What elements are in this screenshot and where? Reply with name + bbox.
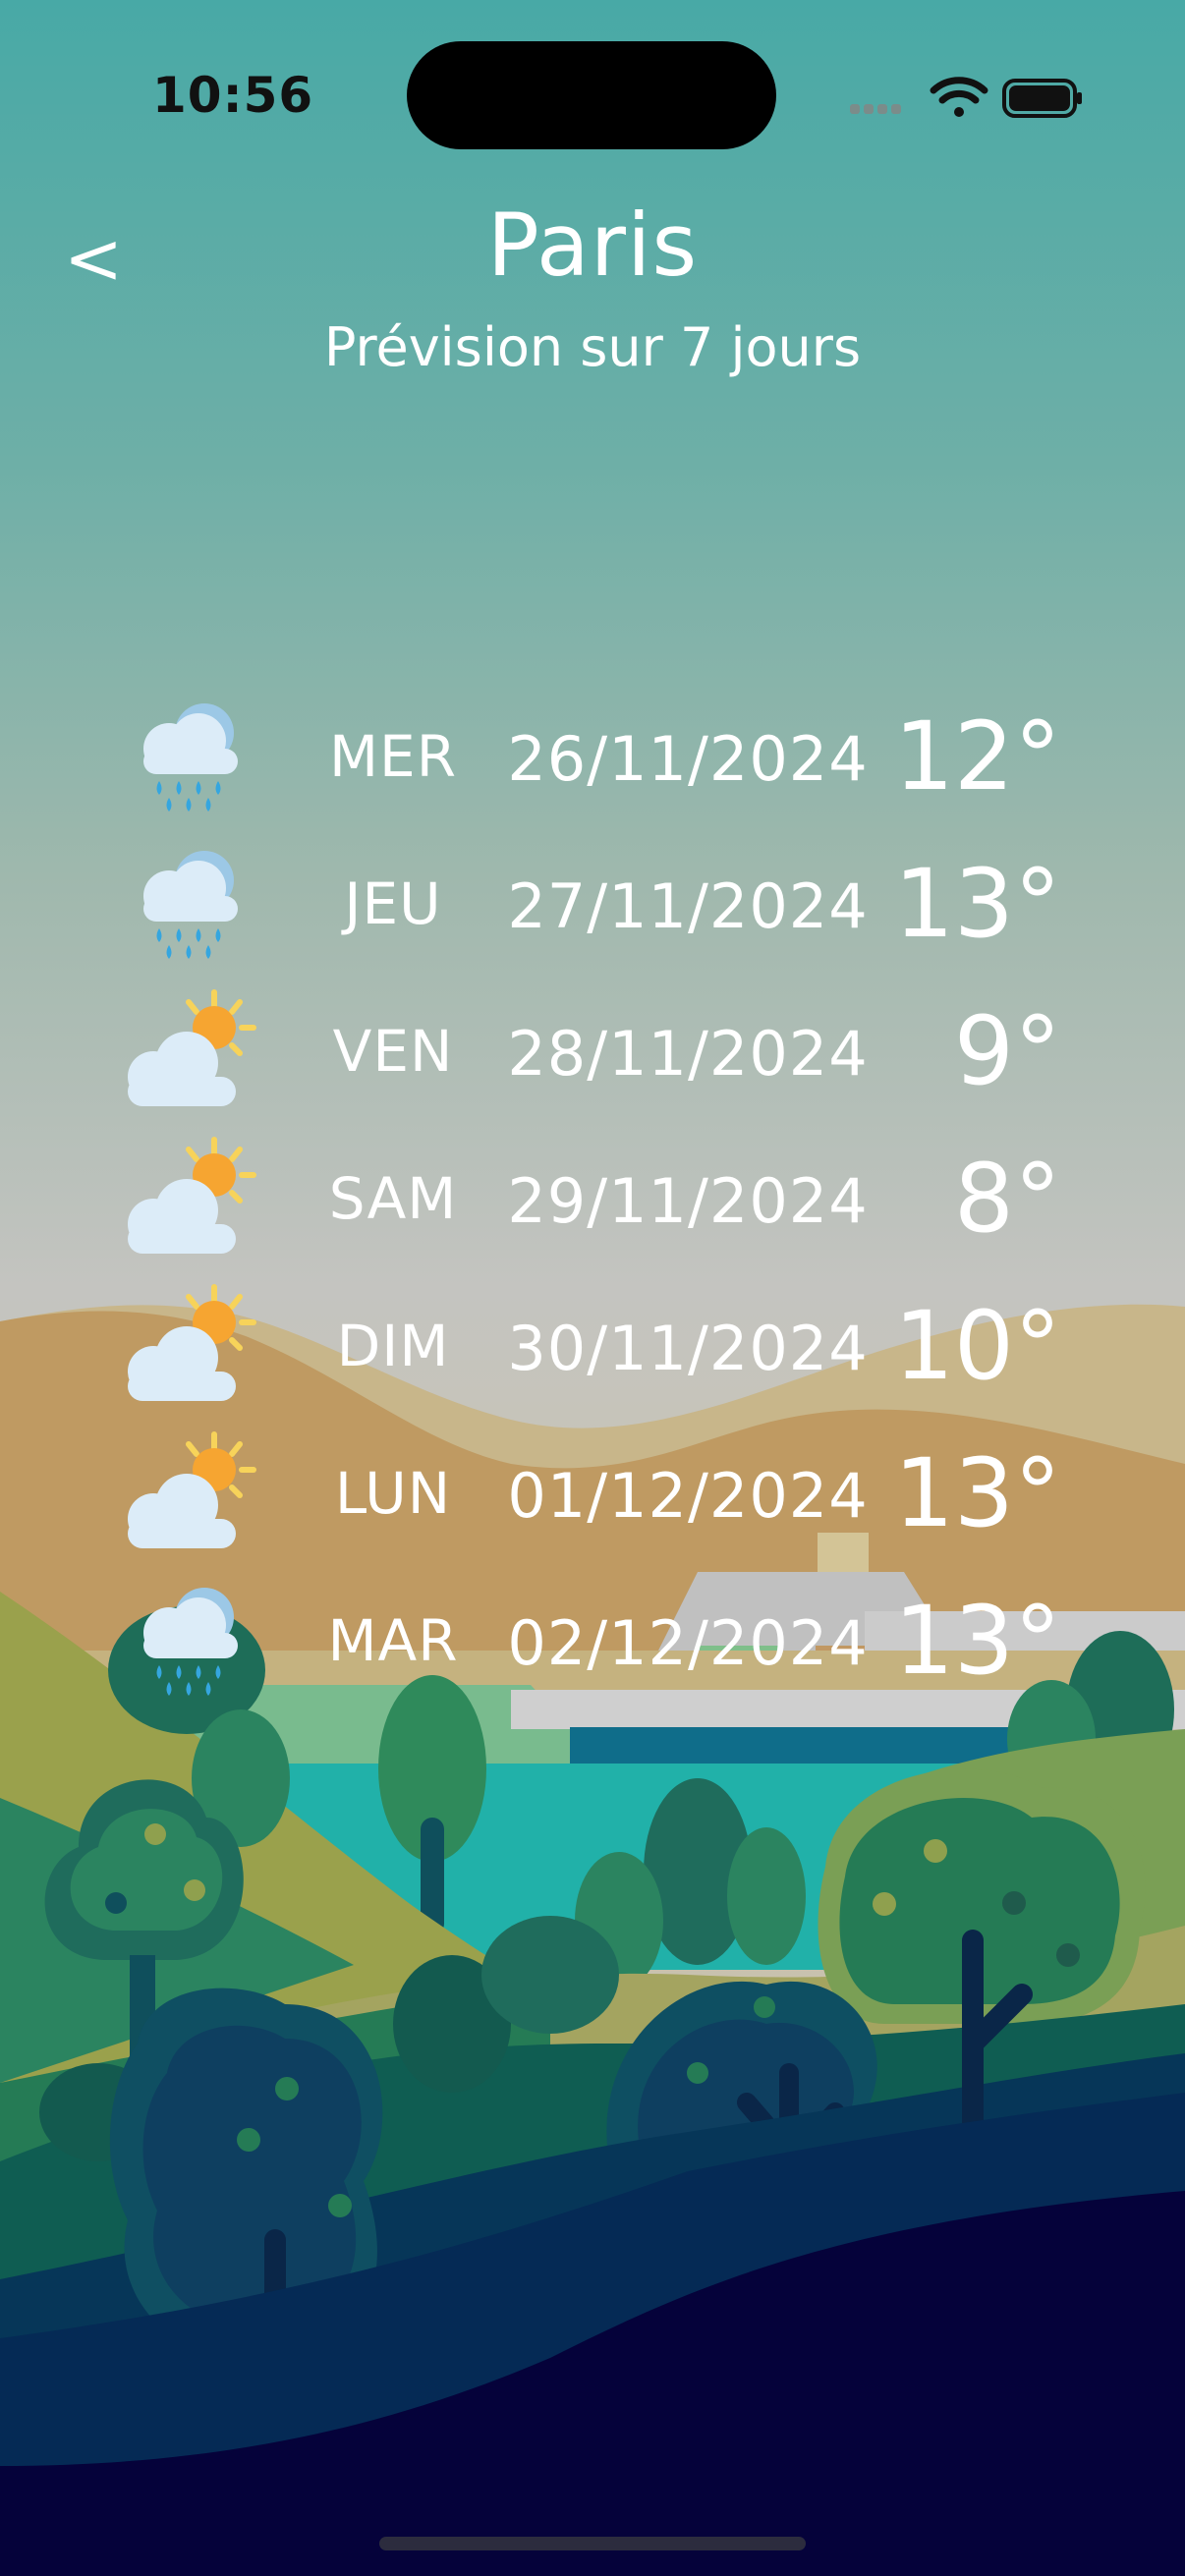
rain-cloud-icon (143, 703, 238, 812)
forecast-date: 02/12/2024 (507, 1607, 869, 1679)
forecast-day: JEU (344, 870, 442, 937)
partly-sunny-icon (128, 1284, 256, 1401)
forecast-day: LUN (334, 1460, 452, 1527)
status-time: 10:56 (152, 67, 314, 124)
home-indicator[interactable] (379, 2537, 806, 2550)
forecast-row: SAM 29/11/2024 8° (98, 1130, 1081, 1267)
forecast-temperature: 8° (953, 1144, 1061, 1254)
wifi-icon (930, 77, 988, 117)
forecast-temperature: 12° (893, 701, 1061, 812)
forecast-day: VEN (332, 1018, 454, 1085)
forecast-date: 27/11/2024 (507, 870, 869, 942)
forecast-temperature: 9° (953, 996, 1061, 1106)
city-title: Paris (486, 195, 699, 296)
rain-cloud-icon (143, 851, 238, 959)
forecast-date: 01/12/2024 (507, 1460, 869, 1532)
forecast-row: LUN 01/12/2024 13° (98, 1425, 1081, 1562)
dynamic-island (407, 41, 776, 149)
forecast-row: VEN 28/11/2024 9° (98, 982, 1081, 1120)
partly-sunny-icon (128, 1137, 256, 1254)
forecast-day: SAM (328, 1165, 458, 1232)
forecast-temperature: 13° (893, 1438, 1061, 1548)
rain-cloud-icon (143, 1588, 238, 1696)
forecast-day: MER (329, 723, 457, 790)
forecast-date: 29/11/2024 (507, 1165, 869, 1237)
forecast-row: DIM 30/11/2024 10° (98, 1277, 1081, 1415)
cellular-signal-icon (850, 104, 901, 114)
forecast-date: 30/11/2024 (507, 1313, 869, 1384)
forecast-temperature: 10° (893, 1291, 1061, 1401)
forecast-date: 28/11/2024 (507, 1018, 869, 1090)
forecast-temperature: 13° (893, 1586, 1061, 1696)
forecast-day: DIM (336, 1313, 450, 1379)
forecast-date: 26/11/2024 (507, 723, 869, 795)
partly-sunny-icon (128, 989, 256, 1106)
forecast-subtitle: Prévision sur 7 jours (323, 316, 862, 378)
forecast-row: MAR 02/12/2024 13° (98, 1572, 1081, 1709)
forecast-row: JEU 27/11/2024 13° (98, 835, 1081, 973)
forecast-row: MER 26/11/2024 12° (98, 688, 1081, 825)
status-icons (850, 77, 1082, 118)
partly-sunny-icon (128, 1431, 256, 1548)
weather-screen: 10:56 < Paris Prévision sur 7 jours MER … (0, 0, 1185, 2576)
battery-icon (1002, 79, 1082, 118)
forecast-temperature: 13° (893, 849, 1061, 959)
forecast-day: MAR (327, 1607, 459, 1674)
